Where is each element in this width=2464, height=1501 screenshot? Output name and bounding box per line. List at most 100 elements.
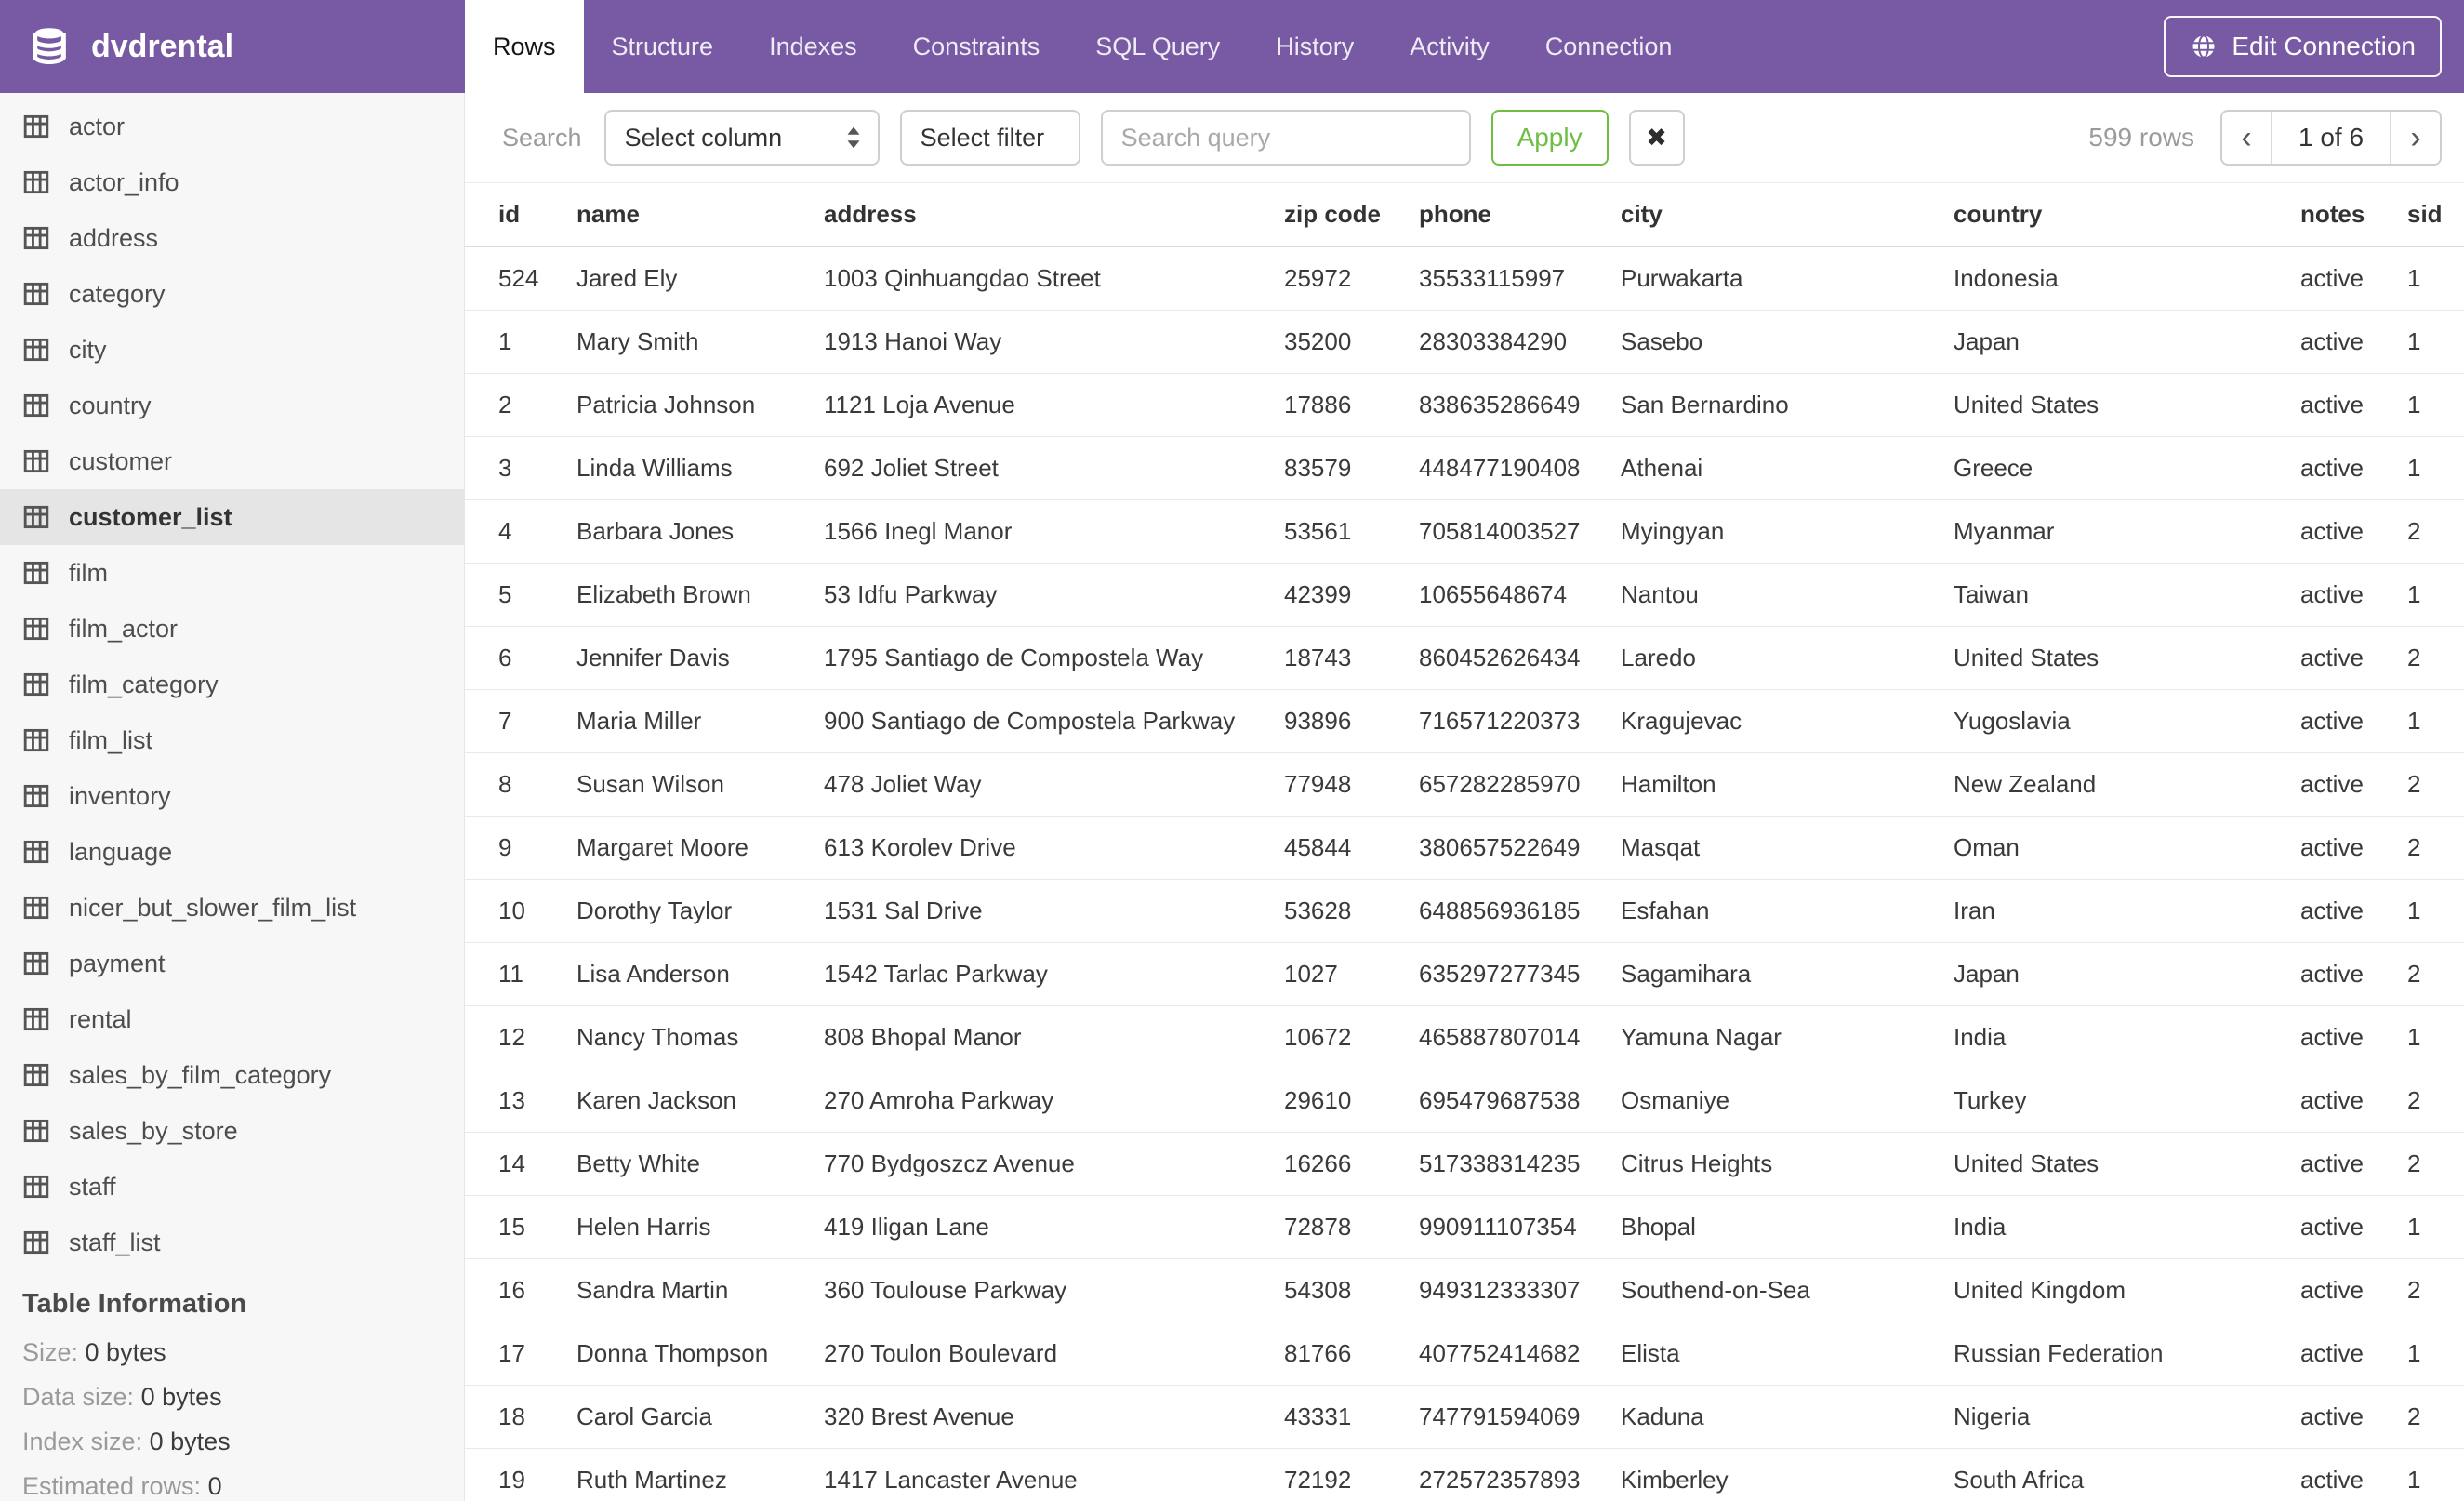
cell-address[interactable]: 613 Korolev Drive: [824, 816, 1284, 880]
sidebar-item-payment[interactable]: payment: [0, 936, 464, 991]
cell-phone[interactable]: 517338314235: [1419, 1132, 1621, 1196]
sidebar-item-address[interactable]: address: [0, 210, 464, 266]
cell-sid[interactable]: 2: [2407, 626, 2464, 690]
cell-city[interactable]: Athenai: [1621, 436, 1954, 500]
cell-address[interactable]: 692 Joliet Street: [824, 436, 1284, 500]
cell-address[interactable]: 419 Iligan Lane: [824, 1195, 1284, 1259]
column-header-address[interactable]: address: [824, 183, 1284, 247]
cell-id[interactable]: 1: [465, 310, 576, 374]
cell-zip-code[interactable]: 53561: [1284, 499, 1419, 564]
cell-city[interactable]: Myingyan: [1621, 499, 1954, 564]
cell-sid[interactable]: 1: [2407, 689, 2464, 753]
cell-notes[interactable]: active: [2300, 752, 2407, 817]
cell-zip-code[interactable]: 35200: [1284, 310, 1419, 374]
cell-name[interactable]: Carol Garcia: [576, 1385, 824, 1449]
cell-address[interactable]: 1417 Lancaster Avenue: [824, 1448, 1284, 1501]
table-row[interactable]: 8 Susan Wilson 478 Joliet Way 77948 65728228…: [465, 752, 2464, 817]
sidebar-item-customer-list[interactable]: customer_list: [0, 489, 464, 545]
cell-notes[interactable]: active: [2300, 1132, 2407, 1196]
cell-sid[interactable]: 2: [2407, 752, 2464, 817]
cell-name[interactable]: Mary Smith: [576, 310, 824, 374]
previous-page-button[interactable]: ‹: [2222, 112, 2271, 164]
table-row[interactable]: 10 Dorothy Taylor 1531 Sal Drive 53628 64885…: [465, 879, 2464, 943]
cell-country[interactable]: New Zealand: [1954, 752, 2300, 817]
cell-address[interactable]: 270 Amroha Parkway: [824, 1069, 1284, 1133]
column-header-id[interactable]: id: [465, 183, 576, 247]
cell-address[interactable]: 1795 Santiago de Compostela Way: [824, 626, 1284, 690]
cell-notes[interactable]: active: [2300, 246, 2407, 311]
cell-notes[interactable]: active: [2300, 1005, 2407, 1069]
cell-id[interactable]: 19: [465, 1448, 576, 1501]
cell-phone[interactable]: 695479687538: [1419, 1069, 1621, 1133]
cell-zip-code[interactable]: 18743: [1284, 626, 1419, 690]
cell-id[interactable]: 11: [465, 942, 576, 1006]
cell-country[interactable]: Oman: [1954, 816, 2300, 880]
cell-sid[interactable]: 2: [2407, 816, 2464, 880]
cell-address[interactable]: 1121 Loja Avenue: [824, 373, 1284, 437]
cell-address[interactable]: 1566 Inegl Manor: [824, 499, 1284, 564]
table-row[interactable]: 13 Karen Jackson 270 Amroha Parkway 29610 69…: [465, 1069, 2464, 1133]
cell-id[interactable]: 7: [465, 689, 576, 753]
cell-city[interactable]: Yamuna Nagar: [1621, 1005, 1954, 1069]
cell-address[interactable]: 808 Bhopal Manor: [824, 1005, 1284, 1069]
cell-id[interactable]: 15: [465, 1195, 576, 1259]
cell-zip-code[interactable]: 1027: [1284, 942, 1419, 1006]
table-row[interactable]: 18 Carol Garcia 320 Brest Avenue 43331 74779…: [465, 1385, 2464, 1449]
cell-sid[interactable]: 2: [2407, 1385, 2464, 1449]
table-row[interactable]: 2 Patricia Johnson 1121 Loja Avenue 17886 83…: [465, 373, 2464, 437]
cell-address[interactable]: 770 Bydgoszcz Avenue: [824, 1132, 1284, 1196]
cell-name[interactable]: Betty White: [576, 1132, 824, 1196]
cell-id[interactable]: 5: [465, 563, 576, 627]
cell-notes[interactable]: active: [2300, 1385, 2407, 1449]
column-header-phone[interactable]: phone: [1419, 183, 1621, 247]
cell-sid[interactable]: 1: [2407, 436, 2464, 500]
cell-phone[interactable]: 448477190408: [1419, 436, 1621, 500]
cell-zip-code[interactable]: 17886: [1284, 373, 1419, 437]
tab-history[interactable]: History: [1248, 0, 1382, 93]
apply-button[interactable]: Apply: [1490, 110, 1609, 166]
tab-sql-query[interactable]: SQL Query: [1067, 0, 1248, 93]
cell-id[interactable]: 18: [465, 1385, 576, 1449]
cell-id[interactable]: 524: [465, 246, 576, 311]
cell-country[interactable]: Japan: [1954, 310, 2300, 374]
sidebar-item-actor-info[interactable]: actor_info: [0, 154, 464, 210]
cell-city[interactable]: Nantou: [1621, 563, 1954, 627]
table-row[interactable]: 1 Mary Smith 1913 Hanoi Way 35200 2830338429…: [465, 310, 2464, 374]
sidebar-item-film[interactable]: film: [0, 545, 464, 601]
cell-address[interactable]: 1531 Sal Drive: [824, 879, 1284, 943]
cell-country[interactable]: United States: [1954, 626, 2300, 690]
cell-country[interactable]: United Kingdom: [1954, 1258, 2300, 1322]
cell-notes[interactable]: active: [2300, 1258, 2407, 1322]
sidebar-item-nicer-but-slower-film-list[interactable]: nicer_but_slower_film_list: [0, 880, 464, 936]
table-row[interactable]: 12 Nancy Thomas 808 Bhopal Manor 10672 46588…: [465, 1005, 2464, 1069]
cell-sid[interactable]: 1: [2407, 310, 2464, 374]
cell-name[interactable]: Ruth Martinez: [576, 1448, 824, 1501]
cell-zip-code[interactable]: 10672: [1284, 1005, 1419, 1069]
column-header-country[interactable]: country: [1954, 183, 2300, 247]
sidebar-item-language[interactable]: language: [0, 824, 464, 880]
cell-country[interactable]: Myanmar: [1954, 499, 2300, 564]
cell-address[interactable]: 53 Idfu Parkway: [824, 563, 1284, 627]
column-header-zip-code[interactable]: zip code: [1284, 183, 1419, 247]
column-header-sid[interactable]: sid: [2407, 183, 2464, 247]
cell-name[interactable]: Barbara Jones: [576, 499, 824, 564]
cell-city[interactable]: Sasebo: [1621, 310, 1954, 374]
cell-notes[interactable]: active: [2300, 436, 2407, 500]
cell-name[interactable]: Dorothy Taylor: [576, 879, 824, 943]
cell-country[interactable]: Taiwan: [1954, 563, 2300, 627]
cell-city[interactable]: Esfahan: [1621, 879, 1954, 943]
cell-sid[interactable]: 2: [2407, 1069, 2464, 1133]
table-row[interactable]: 524 Jared Ely 1003 Qinhuangdao Street 25972…: [465, 246, 2464, 311]
cell-name[interactable]: Sandra Martin: [576, 1258, 824, 1322]
sidebar-item-sales-by-store[interactable]: sales_by_store: [0, 1103, 464, 1159]
cell-country[interactable]: India: [1954, 1005, 2300, 1069]
cell-country[interactable]: Russian Federation: [1954, 1322, 2300, 1386]
cell-name[interactable]: Jennifer Davis: [576, 626, 824, 690]
cell-city[interactable]: Southend-on-Sea: [1621, 1258, 1954, 1322]
cell-city[interactable]: San Bernardino: [1621, 373, 1954, 437]
cell-city[interactable]: Elista: [1621, 1322, 1954, 1386]
sidebar-item-sales-by-film-category[interactable]: sales_by_film_category: [0, 1047, 464, 1103]
cell-zip-code[interactable]: 72878: [1284, 1195, 1419, 1259]
cell-address[interactable]: 1003 Qinhuangdao Street: [824, 246, 1284, 311]
cell-city[interactable]: Citrus Heights: [1621, 1132, 1954, 1196]
